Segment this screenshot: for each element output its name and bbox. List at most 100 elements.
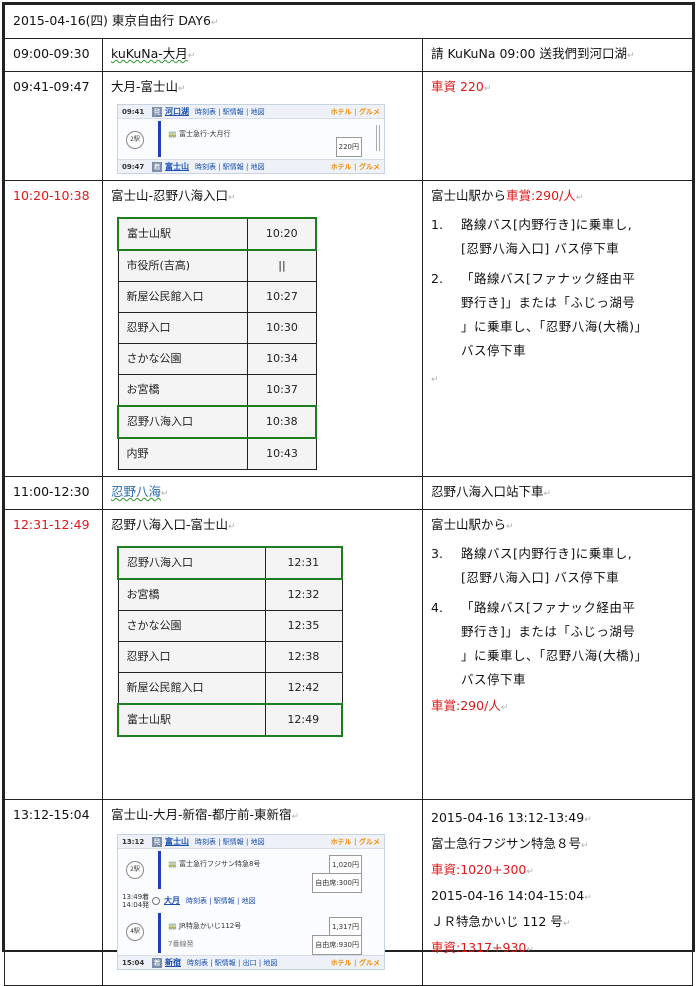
- list-line: 路線バス[内野行き]に乗車し,: [461, 217, 633, 232]
- list-line: 野行き]」または「ふじっ湖号: [461, 624, 636, 639]
- list-line: バス停下車: [461, 343, 527, 358]
- list-item: 3. 路線バス[内野行き]に乗車し, [忍野八海入口] バス停下車: [431, 542, 684, 590]
- list-line: 」に乗車し、「忍野八海(大橋)」: [461, 648, 648, 663]
- station-links[interactable]: 時刻表 | 駅情報 | 地図: [195, 158, 331, 176]
- note-cell: 富士山駅から↵ 3. 路線バス[内野行き]に乗車し, [忍野八海入口] バス停下車 4…: [422, 509, 693, 800]
- station-link[interactable]: 富士山: [165, 833, 189, 851]
- itinerary-table: 2015-04-16(四) 東京自由行 DAY6↵ 09:00-09:30 ku…: [4, 4, 693, 986]
- route-cell: kuKuNa-大月↵: [102, 38, 423, 72]
- station-link[interactable]: 新宿: [165, 954, 181, 972]
- list-number: 2.: [431, 271, 443, 286]
- route-cell: 富士山-大月-新宿-都庁前-東新宿↵ 13:12 発 富士山 時刻表 | 駅情報…: [102, 799, 423, 986]
- stop-name: 忍野八海入口: [117, 405, 249, 439]
- list-number: 4.: [431, 600, 443, 615]
- table-row: 11:00-12:30 忍野八海↵ 忍野八海入口站下車↵: [4, 476, 693, 510]
- station-links[interactable]: 時刻表 | 駅情報 | 地図: [195, 103, 331, 121]
- station-links[interactable]: 時刻表 | 駅情報 | 出口 | 地図: [187, 954, 331, 972]
- stop-time: 10:30: [247, 312, 317, 344]
- station-links[interactable]: 時刻表 | 駅情報 | 地図: [195, 833, 331, 851]
- train-name: 🚃 JR特急かいじ112号 7番線発: [168, 922, 242, 948]
- stop-time: 12:38: [264, 641, 343, 673]
- stop-time: 10:34: [247, 343, 317, 375]
- list-number: 1.: [431, 217, 443, 232]
- list-line: 野行き]」または「ふじっ湖号: [461, 295, 636, 310]
- route-line: [158, 913, 161, 953]
- station-link[interactable]: 河口湖: [165, 103, 189, 121]
- time-cell: 10:20-10:38: [4, 180, 103, 477]
- scroll-icon: [376, 125, 380, 151]
- stop-time: 10:43: [247, 437, 317, 470]
- stop-time: 12:35: [264, 610, 343, 642]
- timetable-row: お宮橋 10:37: [117, 374, 317, 407]
- train-name: 🚃 富士急行-大月行: [168, 130, 231, 138]
- route-cell: 富士山-忍野八海入口↵ 富士山駅 10:20 市役所(吉高) || 新屋公民館入口 10:…: [102, 180, 423, 477]
- timetable-row: 内野 10:43: [117, 437, 317, 470]
- timetable-row: さかな公園 12:35: [117, 610, 343, 642]
- header-row: 2015-04-16(四) 東京自由行 DAY6↵: [4, 4, 693, 39]
- timetable-row: 富士山駅 12:49: [116, 703, 343, 737]
- stop-name: さかな公園: [117, 610, 266, 642]
- stop-name: 新屋公民館入口: [117, 281, 249, 313]
- list-line: 」に乗車し、「忍野八海(大橋)」: [461, 319, 648, 334]
- stop-time: 10:20: [247, 217, 318, 251]
- stop-name: 富士山駅: [117, 217, 249, 251]
- departure-icon: 発: [152, 106, 162, 117]
- hotel-gourmet-logo[interactable]: ホテル | グルメ: [331, 954, 380, 972]
- stop-name: 忍野八海入口: [116, 546, 266, 580]
- hotel-gourmet-logo[interactable]: ホテル | グルメ: [331, 103, 380, 121]
- timetable-row: お宮橋 12:32: [117, 578, 343, 611]
- list-item: 2. 「路線バス[ファナック経由平 野行き]」または「ふじっ湖号 」に乗車し、「忍野八…: [431, 267, 684, 363]
- station-link[interactable]: 大月: [164, 892, 180, 910]
- stop-time: 12:31: [264, 546, 343, 580]
- seat-fare-box: 自由席:930円: [312, 935, 362, 955]
- note-cell: 富士山駅から車賞:290/人↵ 1. 路線バス[内野行き]に乗車し, [忍野八海入口…: [422, 180, 693, 477]
- list-line: バス停下車: [461, 672, 527, 687]
- route-line: [158, 851, 161, 889]
- timetable-row: さかな公園 10:34: [117, 343, 317, 375]
- stop-name: 富士山駅: [116, 703, 266, 737]
- table-row: 10:20-10:38 富士山-忍野八海入口↵ 富士山駅 10:20 市役所(吉高)…: [4, 180, 693, 477]
- hotel-gourmet-logo[interactable]: ホテル | グルメ: [331, 833, 380, 851]
- timetable-row: 富士山駅 10:20: [117, 217, 318, 251]
- list-number: 3.: [431, 546, 443, 561]
- stop-name: さかな公園: [117, 343, 249, 375]
- route-cell: 忍野八海入口-富士山↵ 忍野八海入口 12:31 お宮橋 12:32 さかな公園 12:3…: [102, 509, 423, 800]
- stop-time: 12:49: [264, 703, 343, 737]
- time-cell: 12:31-12:49: [4, 509, 103, 800]
- stop-time: 10:27: [247, 281, 317, 313]
- note-cell: 車資 220↵: [422, 71, 693, 181]
- list-line: [忍野八海入口] バス停下車: [461, 241, 620, 256]
- stop-time: 12:42: [264, 672, 343, 705]
- table-row: 13:12-15:04 富士山-大月-新宿-都庁前-東新宿↵ 13:12 発 富…: [4, 799, 693, 986]
- stop-count-icon: 2駅: [126, 131, 144, 149]
- route-cell: 忍野八海↵: [102, 476, 423, 510]
- table-row: 12:31-12:49 忍野八海入口-富士山↵ 忍野八海入口 12:31 お宮橋 12…: [4, 509, 693, 800]
- station-links[interactable]: 時刻表 | 駅情報 | 地図: [186, 892, 380, 910]
- arrival-icon: 着: [152, 957, 162, 968]
- transfer-icon: [152, 897, 160, 905]
- note-cell: 請 KuKuNa 09:00 送我們到河口湖↵: [422, 38, 693, 72]
- list-line: 「路線バス[ファナック経由平: [461, 600, 636, 615]
- timetable-row: 忍野入口 12:38: [117, 641, 343, 673]
- table-row: 09:41-09:47 大月-富士山↵ 09:41 発 河口湖 時刻表 | 駅情…: [4, 71, 693, 181]
- stop-time: 10:37: [247, 374, 317, 407]
- stop-name: 新屋公民館入口: [117, 672, 266, 705]
- stop-name: 忍野入口: [117, 312, 249, 344]
- list-line: [忍野八海入口] バス停下車: [461, 570, 620, 585]
- route-line: [158, 121, 161, 157]
- station-link[interactable]: 富士山: [165, 158, 189, 176]
- stop-time: ||: [247, 249, 317, 282]
- timetable-row: 忍野八海入口 12:31: [116, 546, 343, 580]
- time-cell: 11:00-12:30: [4, 476, 103, 510]
- note-cell: 2015-04-16 13:12-13:49↵ 富士急行フジサン特急８号↵ 車資…: [422, 799, 693, 986]
- location-link[interactable]: 忍野八海: [111, 484, 161, 499]
- itinerary-document: 2015-04-16(四) 東京自由行 DAY6↵ 09:00-09:30 ku…: [2, 2, 695, 986]
- hotel-gourmet-logo[interactable]: ホテル | グルメ: [331, 158, 380, 176]
- stop-name: 内野: [117, 437, 249, 470]
- stop-time: 10:38: [247, 405, 318, 439]
- stop-name: お宮橋: [117, 578, 266, 611]
- list-line: 「路線バス[ファナック経由平: [461, 271, 636, 286]
- list-line: 路線バス[内野行き]に乗車し,: [461, 546, 633, 561]
- fare-box: 1,020円: [328, 855, 362, 875]
- timetable-row: 市役所(吉高) ||: [117, 249, 317, 282]
